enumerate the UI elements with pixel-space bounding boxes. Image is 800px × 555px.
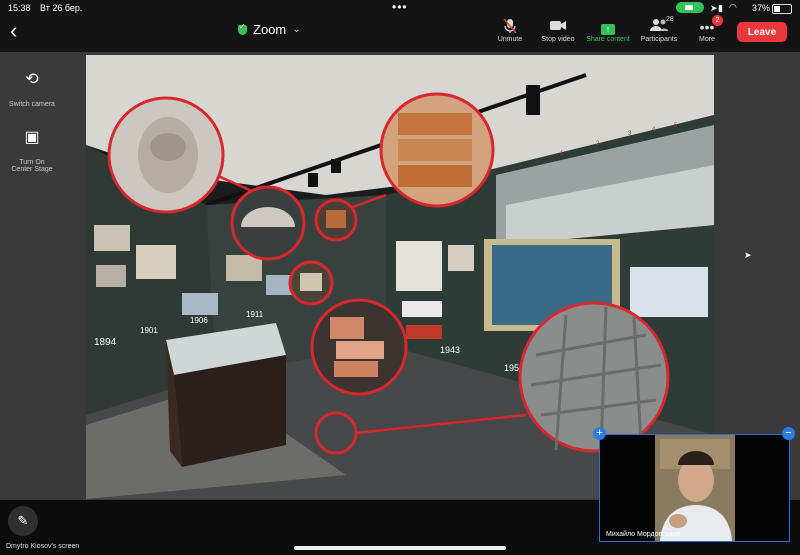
pencil-icon[interactable]: ✎ bbox=[8, 506, 38, 536]
highlight-circle-arch-relief bbox=[230, 185, 306, 261]
highlight-circle-bricks bbox=[379, 92, 495, 208]
museum-exhibit-photo: 1894 1901 1906 1911 1943 1950 1 2 3 4 5 bbox=[86, 55, 714, 499]
center-stage-button[interactable]: ▣ Turn On Center Stage bbox=[8, 118, 56, 173]
shared-screen-area: ⟲ Switch camera ▣ Turn On Center Stage 1… bbox=[0, 52, 800, 500]
center-stage-label: Turn On Center Stage bbox=[11, 159, 53, 173]
meeting-toolbar: ‹ Zoom ⌄ Unmute Stop video ↑ Share conte… bbox=[0, 15, 800, 50]
switch-camera-label: Switch camera bbox=[9, 101, 55, 108]
more-dots-icon: ••• bbox=[699, 19, 715, 35]
status-date: Вт 26 бер. bbox=[40, 3, 83, 13]
participant-name: Михайло Мордовськой bbox=[606, 531, 681, 538]
home-indicator[interactable] bbox=[294, 546, 506, 550]
collapse-icon[interactable]: − bbox=[782, 427, 795, 440]
switch-camera-button[interactable]: ⟲ Switch camera bbox=[8, 60, 56, 108]
sharer-label: Dmytro Kiosov's screen bbox=[6, 543, 80, 550]
share-content-label: Share content bbox=[586, 36, 630, 43]
year-1894: 1894 bbox=[94, 337, 117, 348]
year-1901: 1901 bbox=[140, 326, 158, 335]
battery-percent: 37% bbox=[752, 3, 771, 13]
shield-icon bbox=[238, 22, 247, 35]
status-bar: 15:38 Вт 26 бер. ••• ➤ ▮ ◠ 37% bbox=[0, 0, 800, 16]
signal-icon: ▮ bbox=[718, 3, 723, 13]
chevron-down-icon: ⌄ bbox=[292, 24, 301, 35]
notification-badge: 2 bbox=[712, 15, 723, 26]
camera-switch-icon: ⟲ bbox=[13, 60, 51, 98]
unmute-label: Unmute bbox=[497, 36, 523, 43]
screen-recording-icon bbox=[676, 2, 704, 13]
mouse-cursor-icon: ➤ bbox=[744, 250, 752, 260]
battery-icon bbox=[772, 4, 792, 14]
back-chevron-icon[interactable]: ‹ bbox=[10, 18, 17, 44]
location-icon: ➤ bbox=[710, 3, 718, 13]
participant-video-tile[interactable]: Михайло Мордовськой bbox=[599, 434, 790, 542]
meeting-title-dropdown[interactable]: Zoom ⌄ bbox=[238, 22, 301, 37]
highlight-circle-lion-relief bbox=[107, 96, 225, 214]
center-stage-icon: ▣ bbox=[13, 118, 51, 156]
highlight-circle-tiles bbox=[310, 298, 408, 396]
more-label: More bbox=[699, 36, 715, 43]
participants-count: 28 bbox=[666, 16, 674, 23]
multitasking-dots-icon[interactable]: ••• bbox=[392, 0, 408, 14]
participant-video bbox=[600, 435, 789, 541]
stop-video-label: Stop video bbox=[541, 36, 575, 43]
year-1906: 1906 bbox=[190, 316, 208, 325]
highlight-circle-small-brick bbox=[314, 198, 358, 242]
highlight-circle-fragment bbox=[288, 260, 334, 306]
status-time: 15:38 bbox=[8, 3, 31, 13]
more-button[interactable]: ••• 2 More bbox=[677, 15, 737, 43]
leave-button[interactable]: Leave bbox=[737, 22, 787, 42]
share-arrow-icon: ↑ bbox=[601, 24, 615, 35]
expand-icon[interactable]: + bbox=[593, 427, 606, 440]
year-1911: 1911 bbox=[246, 310, 264, 319]
shared-screen-content[interactable]: 1894 1901 1906 1911 1943 1950 1 2 3 4 5 bbox=[86, 55, 714, 499]
participants-label: Participants bbox=[640, 36, 678, 43]
wifi-icon: ◠ bbox=[729, 2, 737, 12]
year-1943: 1943 bbox=[440, 345, 460, 355]
meeting-title: Zoom bbox=[253, 22, 287, 37]
